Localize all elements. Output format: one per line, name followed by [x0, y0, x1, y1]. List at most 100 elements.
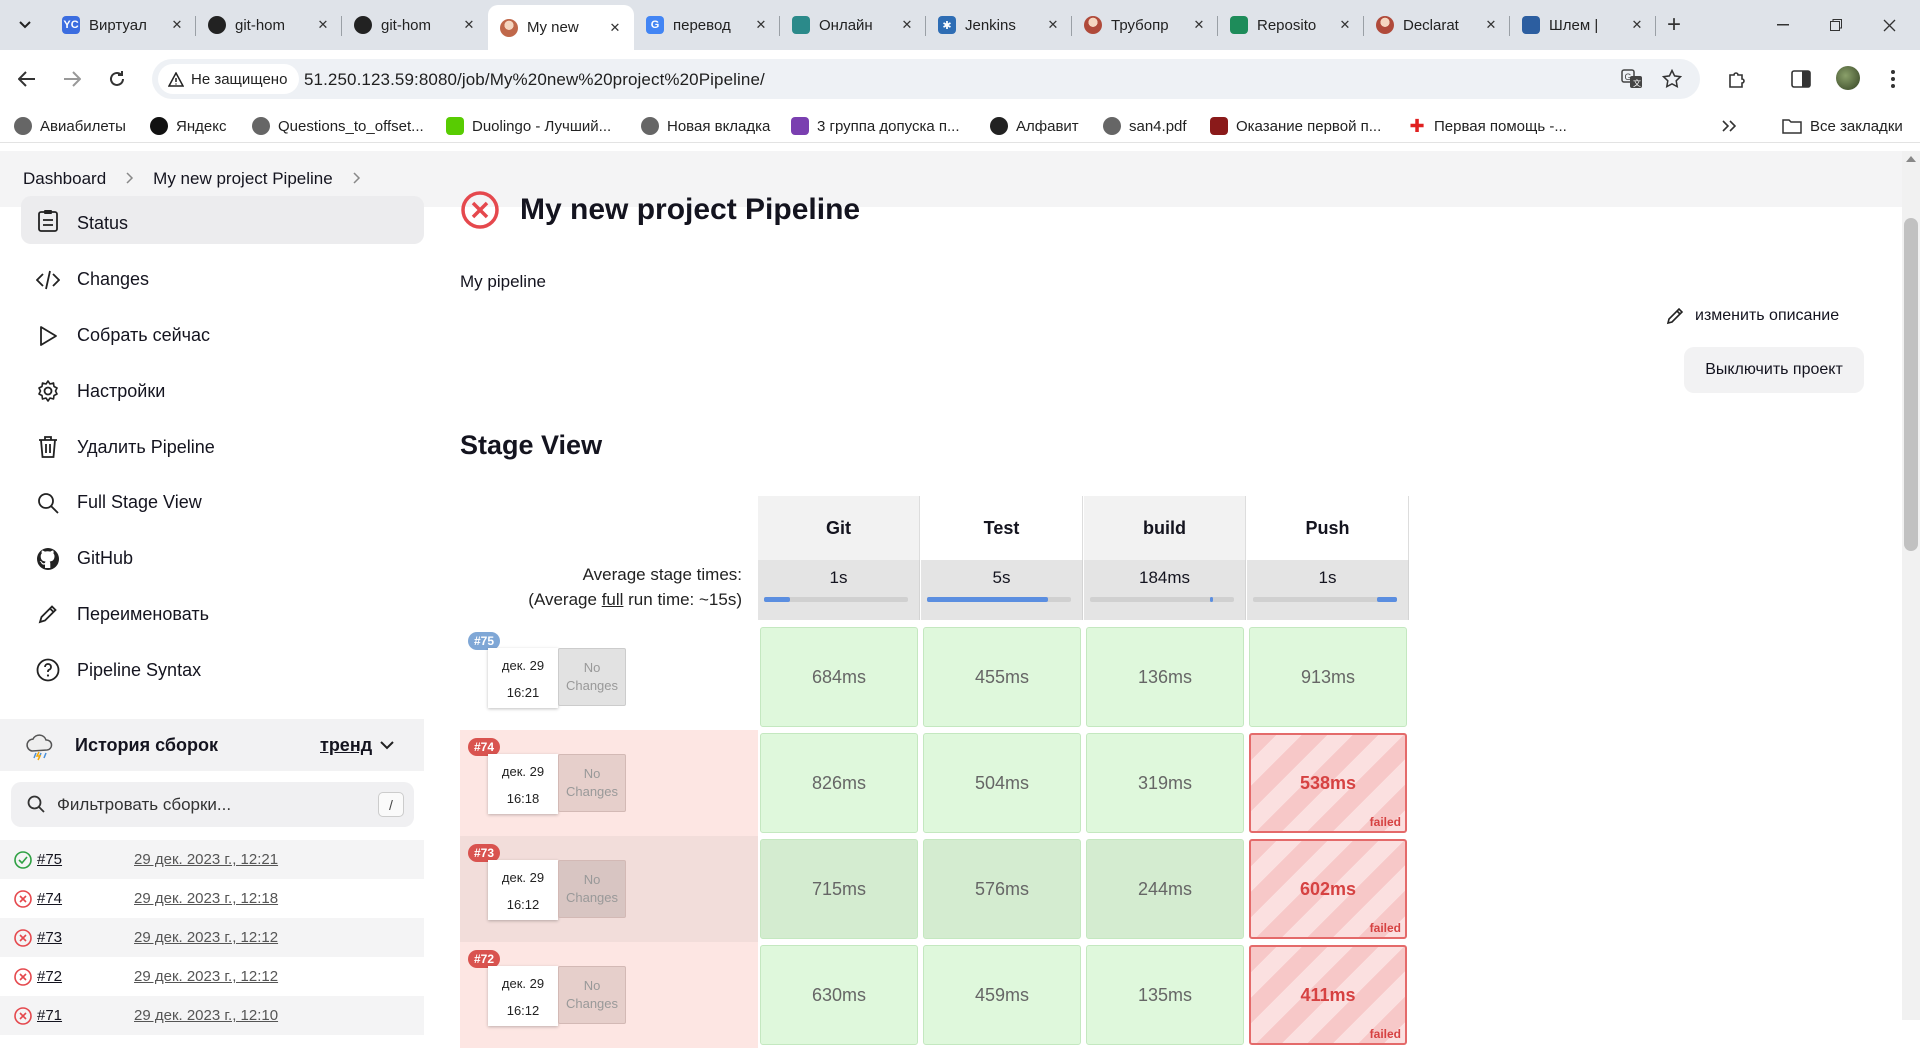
address-bar[interactable]: Не защищено 51.250.123.59:8080/job/My%20…	[152, 59, 1700, 99]
url-text[interactable]: 51.250.123.59:8080/job/My%20new%20projec…	[304, 70, 765, 90]
close-tab-icon[interactable]: ✕	[752, 16, 770, 34]
build-date-link[interactable]: 29 дек. 2023 г., 12:21	[134, 851, 278, 868]
browser-tab[interactable]: My new ✕	[488, 5, 634, 50]
stage-cell-push[interactable]: 602ms failed	[1249, 839, 1407, 939]
stage-cell-build[interactable]: 319ms	[1086, 733, 1244, 833]
sidebar-item-собрать-сейчас[interactable]: Собрать сейчас	[21, 311, 424, 361]
more-bookmarks-chevron-icon[interactable]	[1722, 115, 1736, 137]
reload-button[interactable]	[102, 64, 132, 94]
close-tab-icon[interactable]: ✕	[1482, 16, 1500, 34]
profile-avatar[interactable]	[1836, 66, 1860, 90]
bookmark-item[interactable]: Новая вкладка	[641, 115, 770, 137]
browser-tab[interactable]: ✱ Jenkins ✕	[926, 5, 1072, 45]
build-history-row[interactable]: #72 29 дек. 2023 г., 12:12	[0, 957, 424, 996]
stage-cell-build[interactable]: 136ms	[1086, 627, 1244, 727]
sidebar-item-full-stage-view[interactable]: Full Stage View	[21, 478, 424, 528]
bookmark-item[interactable]: ✚ Первая помощь -...	[1408, 115, 1566, 137]
build-date-link[interactable]: 29 дек. 2023 г., 12:12	[134, 929, 278, 946]
build-number-link[interactable]: #75	[37, 851, 62, 868]
stage-cell-test[interactable]: 504ms	[923, 733, 1081, 833]
stage-cell-test[interactable]: 576ms	[923, 839, 1081, 939]
scrollbar-thumb[interactable]	[1904, 218, 1918, 551]
translate-icon[interactable]: G文	[1620, 67, 1644, 91]
scroll-up-arrow-icon[interactable]	[1906, 156, 1916, 162]
disable-project-button[interactable]: Выключить проект	[1684, 347, 1864, 393]
browser-tab[interactable]: Gперевод ✕	[634, 5, 780, 45]
build-filter-input[interactable]: Фильтровать сборки... /	[11, 782, 414, 827]
stage-cell-build[interactable]: 135ms	[1086, 945, 1244, 1045]
close-tab-icon[interactable]: ✕	[898, 16, 916, 34]
maximize-button[interactable]	[1806, 0, 1866, 50]
browser-tab[interactable]: Трубопр ✕	[1072, 5, 1218, 45]
build-number-link[interactable]: #74	[37, 890, 62, 907]
side-panel-icon[interactable]	[1786, 64, 1816, 94]
bookmark-item[interactable]: 3 группа допуска п...	[791, 115, 960, 137]
bookmark-item[interactable]: Questions_to_offset...	[252, 115, 424, 137]
browser-tab[interactable]: YC Виртуал ✕	[50, 5, 196, 45]
bookmark-item[interactable]: Яндекс	[150, 115, 226, 137]
extensions-icon[interactable]	[1722, 64, 1752, 94]
browser-tab[interactable]: Шлем | ✕	[1510, 5, 1656, 45]
build-date-link[interactable]: 29 дек. 2023 г., 12:12	[134, 968, 278, 985]
build-history-row[interactable]: #75 29 дек. 2023 г., 12:21	[0, 840, 424, 879]
full-run-link[interactable]: full	[602, 590, 624, 609]
trend-link[interactable]: тренд	[320, 735, 372, 756]
bookmark-item[interactable]: Duolingo - Лучший...	[446, 115, 611, 137]
menu-icon[interactable]	[1878, 64, 1908, 94]
bookmark-item[interactable]: san4.pdf	[1103, 115, 1187, 137]
build-history-row[interactable]: #74 29 дек. 2023 г., 12:18	[0, 879, 424, 918]
bookmark-star-icon[interactable]	[1660, 67, 1684, 91]
sidebar-item-pipeline-syntax[interactable]: Pipeline Syntax	[21, 645, 424, 695]
build-history-row[interactable]: #73 29 дек. 2023 г., 12:12	[0, 918, 424, 957]
close-tab-icon[interactable]: ✕	[1044, 16, 1062, 34]
new-tab-button[interactable]: +	[1656, 7, 1692, 43]
close-tab-icon[interactable]: ✕	[1336, 16, 1354, 34]
stage-cell-test[interactable]: 455ms	[923, 627, 1081, 727]
breadcrumb-job[interactable]: My new project Pipeline	[153, 169, 333, 189]
browser-tab[interactable]: git-hom ✕	[196, 5, 342, 45]
close-tab-icon[interactable]: ✕	[1190, 16, 1208, 34]
sidebar-item-status[interactable]: Status	[21, 196, 424, 244]
build-number-link[interactable]: #71	[37, 1007, 62, 1024]
browser-tab[interactable]: Онлайн ✕	[780, 5, 926, 45]
close-tab-icon[interactable]: ✕	[1628, 16, 1646, 34]
close-tab-icon[interactable]: ✕	[314, 16, 332, 34]
close-tab-icon[interactable]: ✕	[606, 19, 624, 37]
build-history-row[interactable]: #71 29 дек. 2023 г., 12:10	[0, 996, 424, 1035]
stage-cell-git[interactable]: 630ms	[760, 945, 918, 1045]
back-button[interactable]	[12, 64, 42, 94]
close-tab-icon[interactable]: ✕	[168, 16, 186, 34]
edit-description-link[interactable]: изменить описание	[1665, 306, 1839, 326]
build-date-link[interactable]: 29 дек. 2023 г., 12:10	[134, 1007, 278, 1024]
breadcrumb-dashboard[interactable]: Dashboard	[23, 169, 106, 189]
close-window-button[interactable]	[1859, 0, 1919, 50]
minimize-button[interactable]	[1753, 0, 1813, 50]
tab-search-button[interactable]	[12, 12, 38, 38]
chevron-down-icon[interactable]	[380, 740, 394, 750]
browser-tab[interactable]: git-hom ✕	[342, 5, 488, 45]
forward-button[interactable]	[57, 64, 87, 94]
stage-cell-git[interactable]: 715ms	[760, 839, 918, 939]
stage-cell-push[interactable]: 913ms	[1249, 627, 1407, 727]
sidebar-item-удалить-pipeline[interactable]: Удалить Pipeline	[21, 422, 424, 472]
sidebar-item-настройки[interactable]: Настройки	[21, 366, 424, 416]
browser-tab[interactable]: Declarat ✕	[1364, 5, 1510, 45]
bookmark-item[interactable]: Алфавит	[990, 115, 1079, 137]
stage-cell-push[interactable]: 411ms failed	[1249, 945, 1407, 1045]
sidebar-item-github[interactable]: GitHub	[21, 534, 424, 584]
browser-tab[interactable]: Reposito ✕	[1218, 5, 1364, 45]
bookmark-item[interactable]: Оказание первой п...	[1210, 115, 1381, 137]
build-date-link[interactable]: 29 дек. 2023 г., 12:18	[134, 890, 278, 907]
stage-cell-git[interactable]: 684ms	[760, 627, 918, 727]
security-chip[interactable]: Не защищено	[158, 64, 300, 94]
sidebar-item-changes[interactable]: Changes	[21, 255, 424, 305]
all-bookmarks-button[interactable]: Все закладки	[1782, 115, 1903, 137]
stage-cell-git[interactable]: 826ms	[760, 733, 918, 833]
chevron-right-icon[interactable]	[353, 171, 361, 187]
close-tab-icon[interactable]: ✕	[460, 16, 478, 34]
stage-cell-push[interactable]: 538ms failed	[1249, 733, 1407, 833]
build-number-link[interactable]: #72	[37, 968, 62, 985]
build-number-link[interactable]: #73	[37, 929, 62, 946]
sidebar-item-переименовать[interactable]: Переименовать	[21, 589, 424, 639]
stage-cell-build[interactable]: 244ms	[1086, 839, 1244, 939]
